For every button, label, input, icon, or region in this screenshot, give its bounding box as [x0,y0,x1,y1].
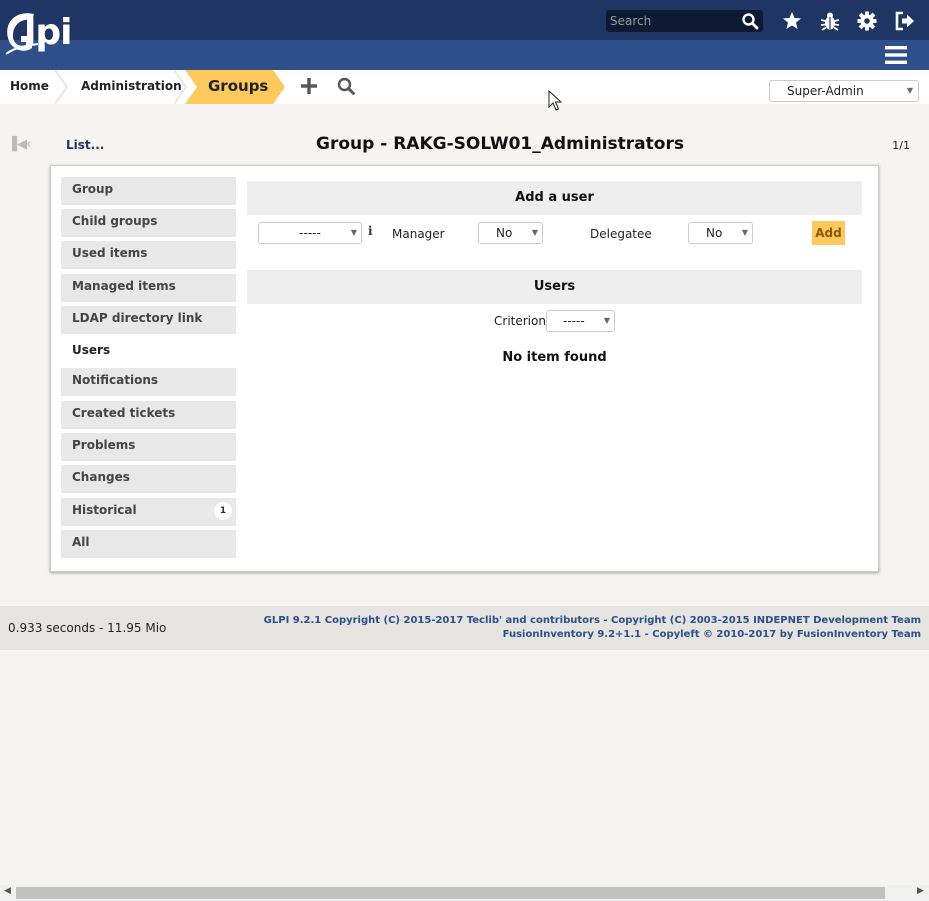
fusion-copyright-link[interactable]: FusionInventory 9.2+1.1 - Copyleft © 201… [503,629,921,640]
tab-group[interactable]: Group [61,177,236,205]
chevron-down-icon: ▼ [906,86,913,95]
tab-all[interactable]: All [61,530,236,558]
breadcrumb-groups[interactable]: Groups [208,70,268,103]
tab-label: Group [72,182,114,196]
tab-label: Child groups [72,214,158,228]
add-user-heading: Add a user [247,181,862,215]
tab-users[interactable]: Users [61,338,236,366]
search-icon[interactable] [741,12,759,30]
manager-label: Manager [392,227,445,241]
tab-notifications[interactable]: Notifications [61,368,236,396]
search-icon[interactable] [336,76,356,96]
tab-used-items[interactable]: Used items [61,241,236,269]
tab-label: Managed items [72,279,176,293]
menu-icon[interactable] [884,45,908,65]
empty-message: No item found [502,350,607,365]
glpi-copyright-link[interactable]: GLPI 9.2.1 Copyright (C) 2015-2017 Tecli… [264,615,921,626]
tab-problems[interactable]: Problems [61,433,236,461]
tab-child-groups[interactable]: Child groups [61,209,236,237]
first-page-icon[interactable]: ▐◀ [7,137,27,152]
scroll-left-icon[interactable]: ◀ [4,886,11,896]
criterion-select-value: ----- [563,314,585,328]
search-input[interactable] [606,10,763,32]
bug-icon[interactable] [819,10,841,32]
chevron-down-icon: ▼ [603,316,610,325]
tab-changes[interactable]: Changes [61,465,236,493]
tab-label: Used items [72,246,148,260]
tab-label: Notifications [72,373,159,387]
tab-label: LDAP directory link [72,311,203,325]
page-title: Group - RAKG-SOLW01_Administrators [316,134,684,154]
user-select[interactable]: ----- ▼ [258,222,362,244]
chevron-down-icon: ▼ [531,228,538,237]
add-user-button[interactable]: Add [812,221,845,245]
user-select-value: ----- [299,226,321,240]
scrollbar-thumb[interactable] [16,887,885,899]
sub-header-bar [0,40,929,70]
manager-select[interactable]: No ▼ [478,222,543,244]
tab-label: Historical [72,503,137,517]
tab-created-tickets[interactable]: Created tickets [61,401,236,429]
add-icon[interactable] [299,76,319,96]
tab-label: Created tickets [72,406,176,420]
tab-label: All [72,535,90,549]
delegatee-label: Delegatee [590,227,652,241]
breadcrumb-administration[interactable]: Administration [81,70,182,104]
breadcrumb-home[interactable]: Home [10,70,49,104]
list-link[interactable]: List... [66,138,104,152]
previous-page-icon[interactable]: ‹ [26,137,31,152]
gear-icon[interactable] [856,10,878,32]
tab-label: Users [72,343,111,357]
tab-historical[interactable]: Historical 1 [61,498,236,526]
tab-ldap-directory-link[interactable]: LDAP directory link [61,306,236,334]
chevron-down-icon: ▼ [741,228,748,237]
tab-label: Problems [72,438,136,452]
users-heading: Users [247,270,862,304]
profile-select[interactable]: Super-Admin ▼ [769,80,919,102]
manager-select-value: No [496,226,513,240]
delegatee-select[interactable]: No ▼ [688,222,753,244]
page-count: 1/1 [892,139,910,152]
chevron-down-icon: ▼ [350,228,357,237]
mouse-cursor-icon [548,90,562,111]
logout-icon[interactable] [894,10,916,32]
criterion-select[interactable]: ----- ▼ [546,310,615,332]
delegatee-select-value: No [706,226,723,240]
count-badge: 1 [214,502,232,520]
star-icon[interactable] [781,10,803,32]
criterion-label: Criterion [494,314,546,328]
profile-select-value: Super-Admin [787,84,864,98]
info-icon[interactable]: i [368,224,373,238]
breadcrumb-separator-icon [55,70,69,104]
tab-managed-items[interactable]: Managed items [61,274,236,302]
tab-label: Changes [72,470,130,484]
logo-text: lpi [24,12,72,53]
scroll-right-icon[interactable]: ▶ [917,886,924,896]
footer-timing: 0.933 seconds - 11.95 Mio [8,621,167,635]
